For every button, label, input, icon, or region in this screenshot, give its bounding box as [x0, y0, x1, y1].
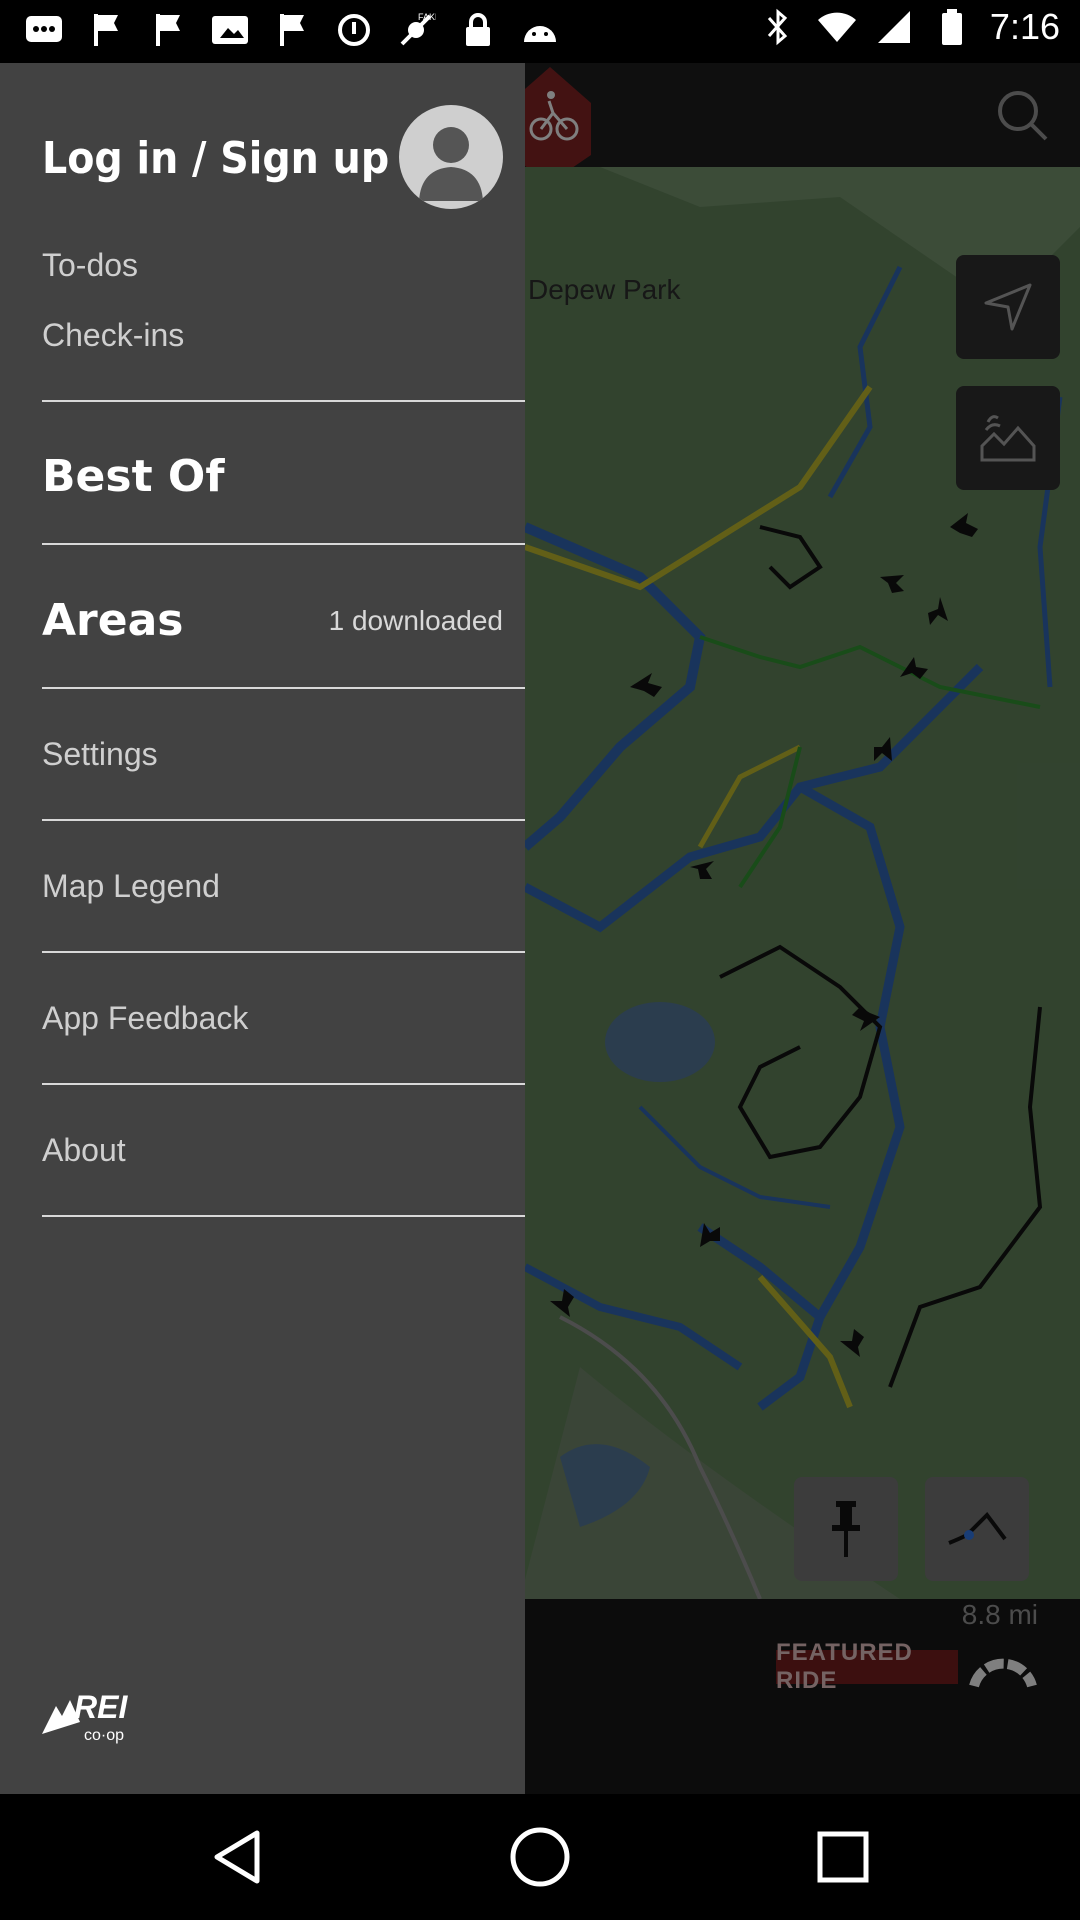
divider: [42, 1083, 525, 1085]
android-icon: [520, 10, 560, 50]
menu-item-settings[interactable]: Settings: [42, 736, 158, 773]
menu-item-app-feedback[interactable]: App Feedback: [42, 1000, 248, 1037]
menu-item-checkins[interactable]: Check-ins: [42, 317, 184, 354]
sync-icon: [334, 10, 374, 50]
login-signup-link[interactable]: Log in / Sign up: [42, 133, 389, 184]
rei-coop-logo: REI co·op: [40, 1676, 150, 1753]
divider: [42, 687, 525, 689]
menu-item-best-of[interactable]: Best Of: [42, 451, 224, 502]
user-avatar-icon[interactable]: [399, 105, 503, 209]
divider: [42, 543, 525, 545]
chat-icon: [24, 10, 64, 50]
areas-label: Areas: [42, 595, 184, 646]
divider: [42, 951, 525, 953]
menu-item-about[interactable]: About: [42, 1132, 126, 1169]
flag-icon: [86, 10, 126, 50]
lock-icon: [458, 10, 498, 50]
home-icon[interactable]: [500, 1817, 580, 1897]
status-bar: FAKE 7:16: [0, 0, 1080, 63]
flag-icon: [272, 10, 312, 50]
recents-icon[interactable]: [803, 1817, 883, 1897]
divider: [42, 819, 525, 821]
divider: [42, 1215, 525, 1217]
svg-text:co·op: co·op: [84, 1727, 124, 1744]
menu-item-todos[interactable]: To-dos: [42, 247, 138, 284]
clock: 7:16: [989, 6, 1060, 47]
menu-item-areas[interactable]: Areas 1 downloaded: [0, 563, 525, 663]
slideshow-icon: [210, 10, 250, 50]
menu-item-map-legend[interactable]: Map Legend: [42, 868, 220, 905]
divider: [42, 400, 525, 402]
back-icon[interactable]: [197, 1817, 277, 1897]
drawer-scrim[interactable]: [525, 63, 1080, 1794]
bluetooth-icon: [758, 7, 798, 47]
flag-icon: [148, 10, 188, 50]
navigation-drawer: Log in / Sign up To-dos Check-ins Best O…: [0, 63, 525, 1794]
fake-gps-icon: FAKE: [396, 10, 436, 50]
areas-downloaded-count: 1 downloaded: [328, 605, 503, 636]
svg-text:REI: REI: [74, 1689, 128, 1725]
svg-text:FAKE: FAKE: [418, 12, 436, 22]
battery-icon: [932, 7, 972, 47]
cellular-icon: [874, 7, 914, 47]
system-nav-bar: [0, 1794, 1080, 1920]
wifi-icon: [816, 7, 856, 47]
